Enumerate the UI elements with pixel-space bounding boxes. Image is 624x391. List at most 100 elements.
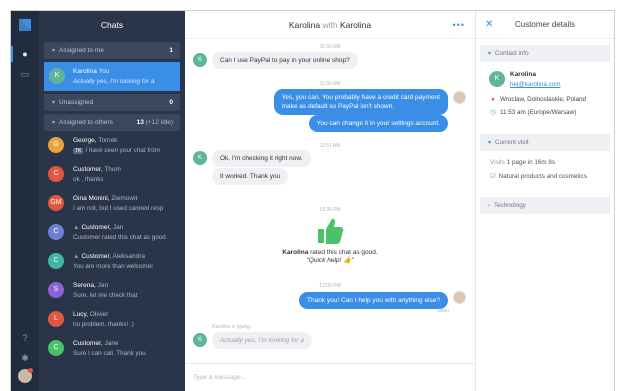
more-options-icon[interactable]: ••• [453,11,465,39]
customer-details-panel: ✕ Customer details ▾ Contact info K Karol… [476,11,614,391]
local-time: 11:53 am (Europe/Warsaw) [500,109,577,116]
section-label: Contact info [495,50,529,57]
page-row: ☑ Natural products and cosmetics [490,173,587,180]
group-assigned[interactable]: ▾ Assigned to me 1 [44,42,180,59]
contact-card: K Karolina hej@karolina.com ● Wroclaw, Do… [480,62,610,128]
chat-item[interactable]: C ▲ Customer, Aleksandra You are more than … [39,247,185,276]
visits-row: Visits 1 page in 16m 8s [490,159,555,166]
message-input[interactable] [193,364,453,390]
chat-item[interactable]: L Lucy, Olivier no problem, thanks! :) [39,305,185,334]
app-window: ● ▭ ? ✱ Chats ▾ Assigned to me 1 K Karoli… [10,10,615,391]
chat-item[interactable]: G George, Tomek TK I have seen your chat fr… [39,131,185,160]
group-count-value: 13 [136,119,144,126]
chat-agent: Jan [112,224,124,231]
agent-avatar[interactable] [18,368,33,383]
section-label: Technology [494,202,526,209]
visit-info: Visits 1 page in 16m 8s ☑ Natural product… [480,151,610,195]
group-label: Assigned to me [59,47,104,54]
chat-name: George [73,137,95,144]
timestamp: 11:51 AM [319,143,341,149]
archive-icon[interactable]: ▭ [20,69,30,79]
composer [185,363,475,391]
chevron-down-icon: ▾ [488,140,492,146]
message-in: Can I use PayPal to pay in your online s… [212,52,358,69]
agent-avatar [453,91,466,104]
clock-icon: ◷ [490,109,496,116]
avatar: C [48,340,64,356]
location-text: Wroclaw, Dolnoslaskie, Poland [500,96,586,103]
chat-agent: Tomek [98,137,118,144]
section-current-visit[interactable]: ▾ Current visit [480,134,610,151]
conversation-title: Karolina with Karolina ••• [185,11,475,39]
chevron-down-icon: ▾ [488,51,492,57]
chevron-right-icon: › [488,203,490,209]
typing-preview: Actually yes, I'm looking for a [212,332,312,349]
chat-name: Karolina [73,68,97,75]
visits-value: 1 page in 16m 8s [506,159,555,166]
group-count: 0 [169,99,173,106]
chat-item[interactable]: C Customer, Jane Sure I can call. Thank yo… [39,334,185,363]
chats-panel: Chats ▾ Assigned to me 1 K Karolina You A… [39,11,185,391]
chat-agent: Olivier [89,311,109,318]
chat-list: G George, Tomek TK I have seen your chat fr… [39,131,185,363]
chat-preview: Sure I can call. Thank you [73,350,146,357]
settings-icon[interactable]: ✱ [20,353,30,363]
chat-name: Customer [81,224,110,231]
avatar: C [48,166,64,182]
help-icon[interactable]: ? [20,333,30,343]
chat-preview: I have seen your chat from [85,147,160,154]
title-customer: Karolina [288,20,321,30]
page-title[interactable]: Natural products and cosmetics [499,173,587,180]
nav-rail: ● ▭ ? ✱ [11,11,39,391]
rating-notice: Karolina rated this chat as good. "Quick… [185,217,475,264]
group-label: Unassigned [59,99,94,106]
avatar: G [48,137,64,153]
section-contact-info[interactable]: ▾ Contact info [480,45,610,62]
chat-preview: ok , thanks [73,176,104,183]
thumbs-up-icon: ▲ [73,224,80,231]
chat-preview: I am not, but I used canned resp [73,205,164,212]
visits-label: Visits [490,159,505,166]
message-out: Thank you! Can I help you with anything … [299,292,448,309]
avatar: K [489,71,505,87]
message-line: make as default so PayPal isn't shown. [281,103,395,110]
notification-dot [28,368,33,373]
rated-quote: "Quick help! 👍" [306,257,354,264]
details-title: ✕ Customer details [476,11,614,39]
agent-avatar [453,291,466,304]
chat-item[interactable]: C Customer, Thom ok , thanks [39,160,185,189]
avatar: GM [48,195,64,211]
conversation-panel: Karolina with Karolina ••• 11:50 AM K Ca… [185,11,476,391]
chat-bubble-icon[interactable]: ● [11,46,30,62]
message-in: It worked. Thank you [212,168,289,185]
typing-label: Karolina is typing... [212,324,255,330]
title-with: with [322,20,338,30]
thumbs-up-icon [318,218,344,244]
message-in: Ok, I'm checking it right now. [212,150,311,167]
section-technology[interactable]: › Technology [480,197,610,214]
chat-item[interactable]: S Serena, Jan Sure, let me check that [39,276,185,305]
chat-name: Customer [73,340,101,347]
group-count: 1 [169,47,173,54]
avatar: K [193,53,207,67]
chat-agent: Jane [104,340,119,347]
close-icon[interactable]: ✕ [485,11,493,39]
agent-badge: TK [73,148,84,154]
chat-agent: You [98,68,110,75]
chat-item[interactable]: GM Gina Monini, Ziemowit I am not, but I u… [39,189,185,218]
chat-name: Gina Monini [73,195,108,202]
chat-preview: Customer rated this chat as good [73,234,166,241]
chat-item-selected[interactable]: K Karolina You Actually yes, I'm looking… [44,62,180,91]
group-others[interactable]: ▾ Assigned to others 13 (+12 idle) [44,114,180,131]
chat-agent: Ziemowit [111,195,138,202]
avatar: L [48,311,64,327]
chevron-down-icon: ▾ [52,100,56,106]
chat-item[interactable]: C ▲ Customer, Jan Customer rated this chat … [39,218,185,247]
customer-email[interactable]: hej@karolina.com [510,81,561,88]
message-out: Yes, you can. You probably have a credit… [273,89,448,115]
customer-name: Karolina [510,71,537,78]
group-unassigned[interactable]: ▾ Unassigned 0 [44,94,180,111]
chat-name: Serena [73,282,94,289]
message-line: Yes, you can. You probably have a credit… [281,94,440,101]
chevron-down-icon: ▾ [52,48,56,54]
